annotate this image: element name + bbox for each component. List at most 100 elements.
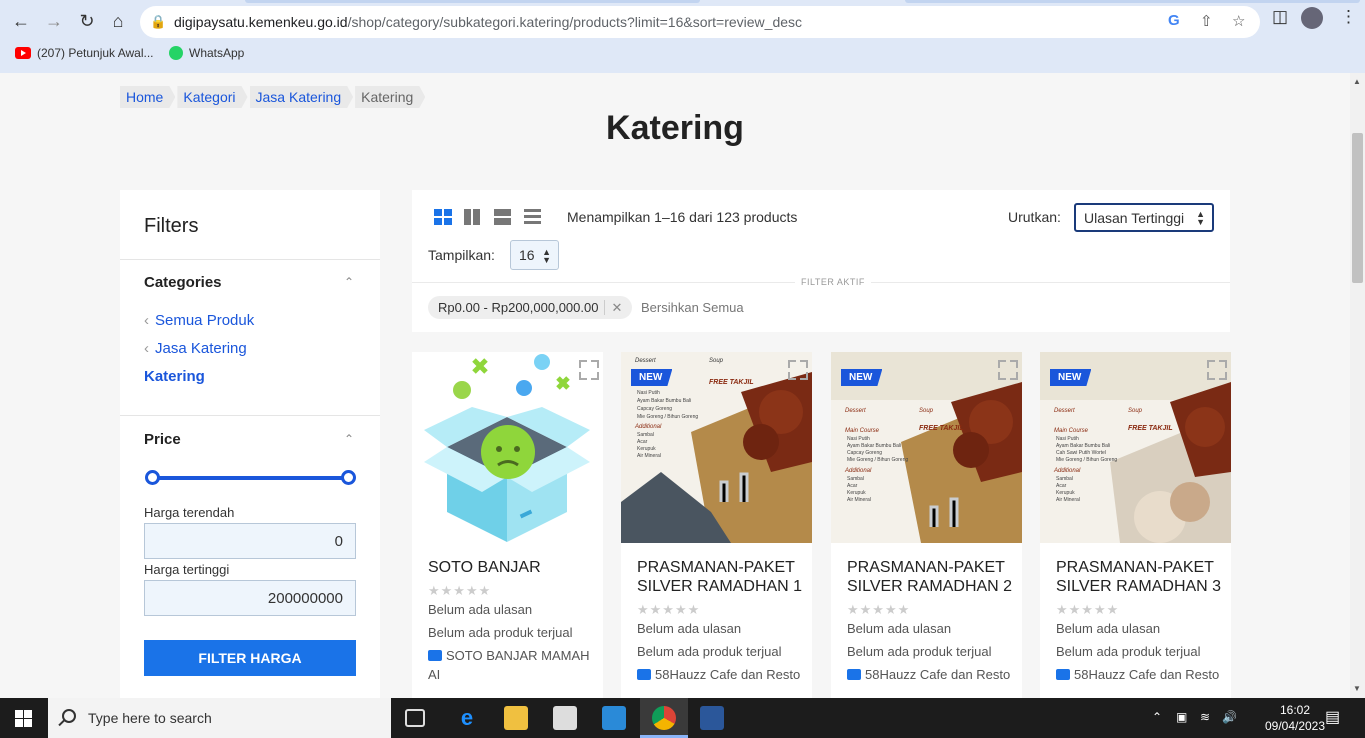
expand-icon[interactable]: [1207, 360, 1223, 376]
store-link[interactable]: 58Hauzz Cafe dan Resto: [1056, 665, 1226, 684]
chevron-up-icon[interactable]: ⌃: [1152, 710, 1162, 724]
empty-box-illustration: [424, 354, 590, 542]
reload-icon[interactable]: ↻: [73, 7, 101, 35]
scroll-thumb[interactable]: [1352, 133, 1363, 283]
whatsapp-icon: [169, 46, 183, 60]
filter-price-button[interactable]: FILTER HARGA: [144, 640, 356, 676]
category-jasa-katering[interactable]: ‹ Jasa Katering: [144, 340, 247, 357]
row-view-icon[interactable]: [494, 209, 512, 225]
per-page-select[interactable]: 16 ▲ ▼: [510, 240, 559, 270]
chevron-up-icon[interactable]: ⌃: [344, 275, 354, 289]
svg-text:Acar: Acar: [1056, 483, 1067, 489]
max-price-input[interactable]: [144, 580, 356, 616]
price-heading[interactable]: Price: [144, 431, 181, 448]
product-name[interactable]: PRASMANAN-PAKET SILVER RAMADHAN 3: [1056, 558, 1226, 596]
product-card[interactable]: SOTO BANJAR ★★★★★ Belum ada ulasan Belum…: [412, 352, 603, 698]
product-image[interactable]: Dessert Soup FREE TAKJIL Main Course Nas…: [1040, 352, 1231, 543]
page-title: Katering: [606, 109, 744, 147]
price-slider-track[interactable]: [152, 476, 348, 480]
breadcrumb-kategori[interactable]: Kategori: [177, 86, 247, 108]
list-view-icon[interactable]: [524, 209, 542, 225]
mail-icon[interactable]: [602, 706, 626, 730]
product-image[interactable]: [412, 352, 603, 543]
task-view-icon[interactable]: [405, 709, 425, 727]
windows-start-icon[interactable]: [15, 710, 32, 727]
bookmark-youtube[interactable]: (207) Petunjuk Awal...: [15, 46, 154, 60]
svg-text:FREE TAKJIL: FREE TAKJIL: [709, 379, 754, 386]
scroll-up-icon[interactable]: ▲: [1353, 77, 1361, 86]
product-name[interactable]: PRASMANAN-PAKET SILVER RAMADHAN 1: [637, 558, 807, 596]
active-filter-chip[interactable]: Rp0.00 - Rp200,000,000.00 ✕: [428, 296, 633, 319]
file-explorer-icon[interactable]: [504, 706, 528, 730]
column-view-icon[interactable]: [464, 209, 482, 225]
clear-all-link[interactable]: Bersihkan Semua: [641, 300, 744, 315]
url-text: digipaysatu.kemenkeu.go.id/shop/category…: [174, 14, 803, 30]
price-slider-max-handle[interactable]: [341, 470, 356, 485]
price-slider-min-handle[interactable]: [145, 470, 160, 485]
store-link[interactable]: 58Hauzz Cafe dan Resto: [637, 665, 807, 684]
back-icon[interactable]: ←: [7, 7, 35, 35]
expand-icon[interactable]: [788, 360, 804, 376]
svg-text:Nasi Putih: Nasi Putih: [847, 436, 870, 442]
expand-icon[interactable]: [998, 360, 1014, 376]
chevron-up-icon[interactable]: ⌃: [344, 432, 354, 446]
volume-icon[interactable]: 🔊: [1222, 710, 1237, 724]
bookmark-star-icon[interactable]: ☆: [1232, 12, 1245, 30]
sold-status: Belum ada produk terjual: [637, 644, 782, 659]
product-card[interactable]: Dessert Soup FREE TAKJIL Nasi Putih Ayam…: [621, 352, 812, 698]
breadcrumb-jasa-katering[interactable]: Jasa Katering: [250, 86, 354, 108]
chrome-taskbar-button[interactable]: [640, 698, 688, 738]
scroll-down-icon[interactable]: ▼: [1353, 684, 1361, 693]
forward-icon[interactable]: →: [40, 7, 68, 35]
breadcrumb-home[interactable]: Home: [120, 86, 175, 108]
product-name[interactable]: SOTO BANJAR: [428, 558, 598, 577]
bookmark-label: (207) Petunjuk Awal...: [37, 46, 154, 60]
google-icon[interactable]: G: [1168, 12, 1180, 29]
store-link[interactable]: SOTO BANJAR MAMAH AI: [428, 646, 598, 684]
side-panel-icon[interactable]: ◫: [1272, 7, 1288, 27]
grid-view-icon[interactable]: [434, 209, 452, 225]
close-icon[interactable]: ✕: [604, 300, 623, 315]
svg-text:Air Mineral: Air Mineral: [637, 453, 661, 459]
svg-text:Additional: Additional: [1053, 468, 1081, 474]
taskbar-clock[interactable]: 16:02 09/04/2023: [1262, 702, 1328, 734]
categories-heading[interactable]: Categories: [144, 274, 222, 291]
notifications-icon[interactable]: ▤: [1325, 707, 1340, 727]
browser-toolbar: ← → ↻ ⌂ 🔒 digipaysatu.kemenkeu.go.id/sho…: [0, 3, 1365, 40]
result-count: Menampilkan 1–16 dari 123 products: [567, 209, 798, 225]
min-price-input[interactable]: [144, 523, 356, 559]
product-card[interactable]: Dessert Soup FREE TAKJIL Main Course Nas…: [1040, 352, 1231, 698]
per-page-value: 16: [519, 247, 535, 263]
svg-text:FREE TAKJIL: FREE TAKJIL: [1128, 425, 1173, 432]
svg-text:Sambal: Sambal: [637, 432, 654, 438]
category-semua-produk[interactable]: ‹ Semua Produk: [144, 312, 254, 329]
store-link[interactable]: 58Hauzz Cafe dan Resto: [847, 665, 1017, 684]
profile-avatar[interactable]: [1301, 7, 1323, 29]
taskbar-search[interactable]: Type here to search: [48, 698, 391, 738]
product-image[interactable]: Dessert Soup FREE TAKJIL Main Course Nas…: [831, 352, 1022, 543]
edge-icon[interactable]: e: [455, 706, 479, 730]
store-app-icon[interactable]: [553, 706, 577, 730]
share-icon[interactable]: ⇧: [1200, 12, 1213, 30]
home-icon[interactable]: ⌂: [104, 7, 132, 35]
wifi-icon[interactable]: ≋: [1200, 710, 1210, 724]
sort-select[interactable]: Ulasan Tertinggi ▲ ▼: [1074, 203, 1214, 232]
show-label: Tampilkan:: [428, 247, 495, 263]
product-name[interactable]: PRASMANAN-PAKET SILVER RAMADHAN 2: [847, 558, 1017, 596]
svg-text:Kerupuk: Kerupuk: [847, 490, 866, 496]
battery-icon[interactable]: ▣: [1176, 710, 1187, 724]
svg-text:Soup: Soup: [919, 408, 934, 414]
page-scrollbar[interactable]: ▲ ▼: [1350, 73, 1365, 698]
word-icon[interactable]: [700, 706, 724, 730]
product-card[interactable]: Dessert Soup FREE TAKJIL Main Course Nas…: [831, 352, 1022, 698]
bookmark-whatsapp[interactable]: WhatsApp: [169, 46, 244, 60]
address-bar[interactable]: 🔒 digipaysatu.kemenkeu.go.id/shop/catego…: [140, 6, 1260, 38]
category-katering[interactable]: Katering: [144, 368, 205, 385]
store-icon: [637, 669, 651, 680]
sold-status: Belum ada produk terjual: [847, 644, 992, 659]
svg-text:Air Mineral: Air Mineral: [1056, 497, 1080, 503]
menu-icon[interactable]: ⋮: [1340, 7, 1357, 27]
max-price-label: Harga tertinggi: [144, 562, 230, 577]
expand-icon[interactable]: [579, 360, 595, 376]
product-image[interactable]: Dessert Soup FREE TAKJIL Nasi Putih Ayam…: [621, 352, 812, 543]
